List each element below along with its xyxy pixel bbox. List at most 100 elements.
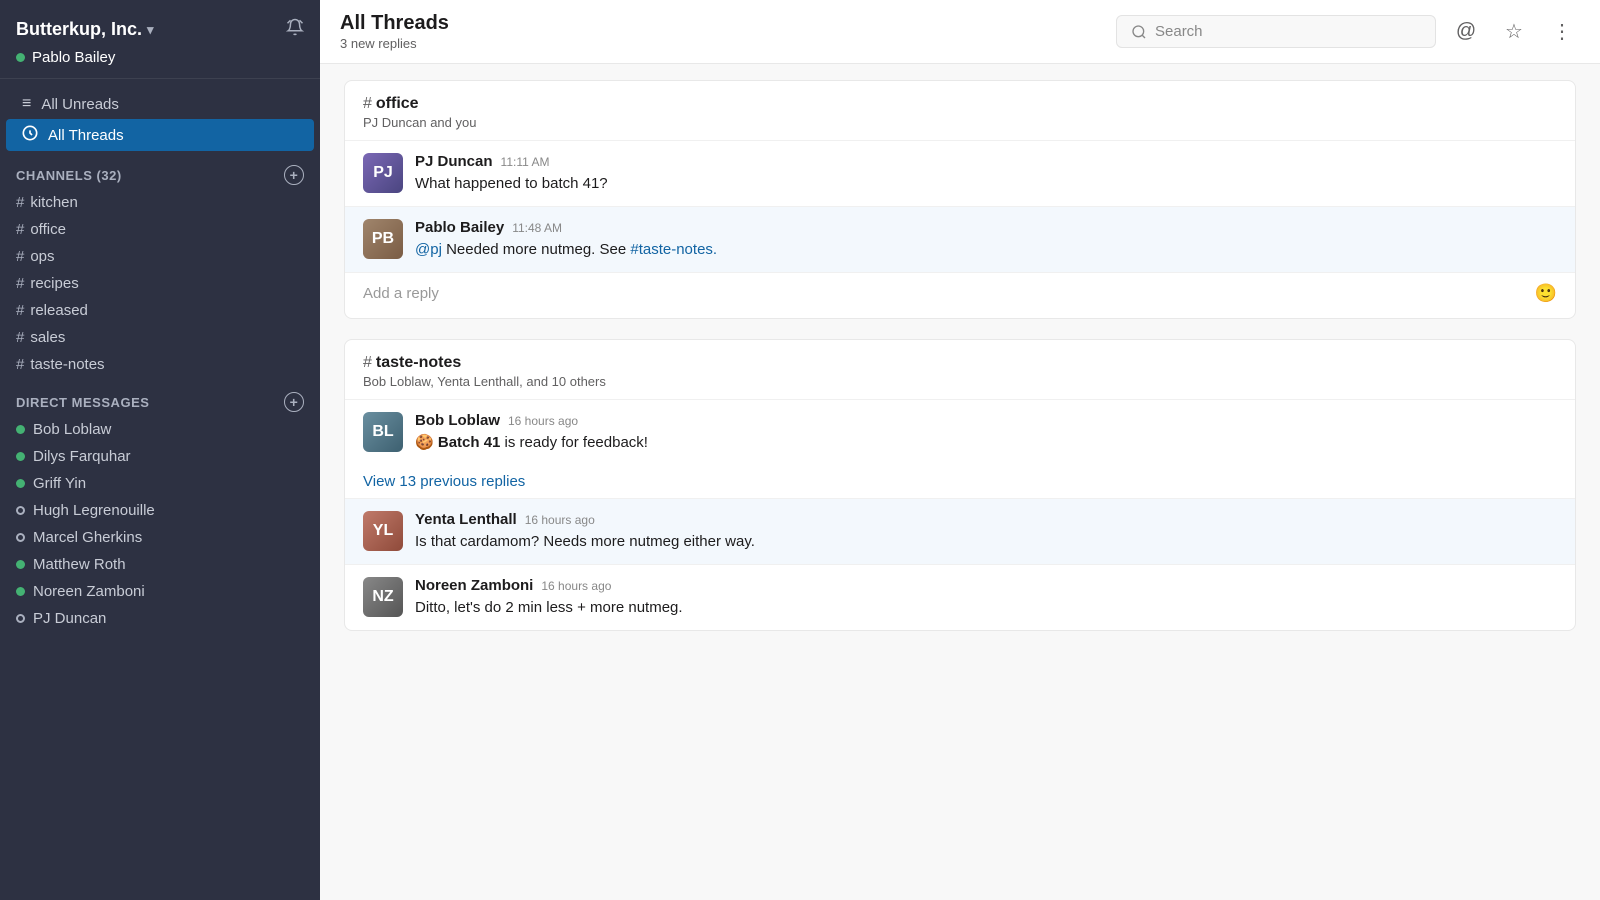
dm-item-pj-duncan[interactable]: PJ Duncan (0, 605, 320, 632)
at-mention-button[interactable]: @ (1448, 14, 1484, 50)
star-button[interactable]: ☆ (1496, 14, 1532, 50)
message-author: Yenta Lenthall (415, 511, 517, 528)
message-header: Bob Loblaw 16 hours ago (415, 412, 1557, 429)
add-channel-button[interactable]: + (284, 165, 304, 185)
status-dot-online (16, 452, 25, 461)
message-time: 16 hours ago (508, 414, 578, 428)
threads-content: # office PJ Duncan and you PJ PJ Duncan … (320, 64, 1600, 900)
sidebar-channel-taste-notes[interactable]: # taste-notes (0, 351, 320, 378)
thread-group-header-office: # office PJ Duncan and you (345, 81, 1575, 141)
message-author: PJ Duncan (415, 153, 493, 170)
message-row-pablo-bailey: PB Pablo Bailey 11:48 AM @pj Needed more… (345, 207, 1575, 272)
channel-name: office (376, 95, 419, 113)
sidebar-channel-released[interactable]: # released (0, 297, 320, 324)
message-header: PJ Duncan 11:11 AM (415, 153, 1557, 170)
at-icon: @ (1456, 20, 1476, 43)
dm-item-marcel-gherkins[interactable]: Marcel Gherkins (0, 524, 320, 551)
hash-icon: # (16, 221, 24, 238)
message-text: Ditto, let's do 2 min less + more nutmeg… (415, 597, 1557, 618)
message-row-pj-duncan: PJ PJ Duncan 11:11 AM What happened to b… (345, 141, 1575, 206)
status-dot-offline (16, 614, 25, 623)
message-time: 16 hours ago (525, 513, 595, 527)
mention-pj[interactable]: @pj (415, 241, 442, 258)
hash-icon: # (16, 248, 24, 265)
status-dot-online (16, 479, 25, 488)
avatar-pj-duncan: PJ (363, 153, 403, 193)
more-options-button[interactable]: ⋮ (1544, 14, 1580, 50)
search-placeholder: Search (1155, 23, 1203, 40)
all-unreads-icon: ≡ (22, 95, 31, 113)
all-unreads-label: All Unreads (41, 96, 119, 113)
search-box[interactable]: Search (1116, 15, 1436, 48)
channel-name-sales: sales (30, 329, 65, 346)
notifications-bell-icon[interactable] (286, 18, 304, 41)
channel-name-released: released (30, 302, 88, 319)
dm-item-dilys-farquhar[interactable]: Dilys Farquhar (0, 443, 320, 470)
message-content-bob-loblaw: Bob Loblaw 16 hours ago 🍪 Batch 41 is re… (415, 412, 1557, 453)
message-header: Pablo Bailey 11:48 AM (415, 219, 1557, 236)
sidebar-item-all-threads[interactable]: All Threads (6, 119, 314, 151)
message-time: 11:11 AM (501, 155, 550, 169)
add-dm-button[interactable]: + (284, 392, 304, 412)
message-time: 16 hours ago (541, 579, 611, 593)
sidebar-channel-sales[interactable]: # sales (0, 324, 320, 351)
message-content-pablo-bailey: Pablo Bailey 11:48 AM @pj Needed more nu… (415, 219, 1557, 260)
reply-input-row-office: Add a reply 🙂 (345, 272, 1575, 318)
message-content-noreen-zamboni: Noreen Zamboni 16 hours ago Ditto, let's… (415, 577, 1557, 618)
dm-name-hugh-legrenouille: Hugh Legrenouille (33, 502, 155, 519)
all-threads-label: All Threads (48, 127, 124, 144)
message-header: Noreen Zamboni 16 hours ago (415, 577, 1557, 594)
message-row-bob-loblaw: BL Bob Loblaw 16 hours ago 🍪 Batch 41 is… (345, 400, 1575, 465)
message-text: What happened to batch 41? (415, 173, 1557, 194)
sidebar-channel-office[interactable]: # office (0, 216, 320, 243)
taste-notes-link[interactable]: #taste-notes. (630, 241, 717, 258)
user-status-dot (16, 53, 25, 62)
reply-placeholder[interactable]: Add a reply (363, 285, 439, 302)
status-dot-online (16, 425, 25, 434)
hash-icon: # (16, 302, 24, 319)
search-icon (1131, 24, 1147, 40)
sidebar-item-all-unreads[interactable]: ≡ All Unreads (6, 89, 314, 119)
dm-label: DIRECT MESSAGES (16, 395, 149, 410)
message-author: Pablo Bailey (415, 219, 504, 236)
top-bar: All Threads 3 new replies Search @ ☆ ⋮ (320, 0, 1600, 64)
dm-item-griff-yin[interactable]: Griff Yin (0, 470, 320, 497)
sidebar-channel-kitchen[interactable]: # kitchen (0, 189, 320, 216)
hash-icon: # (363, 354, 372, 372)
top-bar-actions: Search @ ☆ ⋮ (1116, 14, 1580, 50)
hash-icon: # (16, 329, 24, 346)
channel-name-recipes: recipes (30, 275, 78, 292)
all-threads-icon (22, 125, 38, 145)
message-time: 11:48 AM (512, 221, 562, 235)
dm-item-bob-loblaw[interactable]: Bob Loblaw (0, 416, 320, 443)
message-header: Yenta Lenthall 16 hours ago (415, 511, 1557, 528)
message-author: Bob Loblaw (415, 412, 500, 429)
page-title: All Threads (340, 12, 449, 35)
view-previous-replies-link[interactable]: View 13 previous replies (345, 467, 543, 496)
sidebar-channel-recipes[interactable]: # recipes (0, 270, 320, 297)
dm-name-bob-loblaw: Bob Loblaw (33, 421, 111, 438)
dm-item-matthew-roth[interactable]: Matthew Roth (0, 551, 320, 578)
status-dot-offline (16, 506, 25, 515)
status-dot-offline (16, 533, 25, 542)
workspace-name[interactable]: Butterkup, Inc. ▾ (16, 19, 154, 40)
page-header: All Threads 3 new replies (340, 12, 449, 51)
thread-group-office: # office PJ Duncan and you PJ PJ Duncan … (344, 80, 1576, 319)
message-content-pj-duncan: PJ Duncan 11:11 AM What happened to batc… (415, 153, 1557, 194)
hash-icon: # (16, 356, 24, 373)
dm-item-hugh-legrenouille[interactable]: Hugh Legrenouille (0, 497, 320, 524)
avatar-bob-loblaw: BL (363, 412, 403, 452)
dm-name-griff-yin: Griff Yin (33, 475, 86, 492)
cookie-emoji: 🍪 (415, 434, 438, 451)
thread-channel-office[interactable]: # office (363, 95, 1557, 113)
sidebar-channel-ops[interactable]: # ops (0, 243, 320, 270)
thread-channel-taste-notes[interactable]: # taste-notes (363, 354, 1557, 372)
view-replies-row: View 13 previous replies (345, 465, 1575, 498)
channel-name-office: office (30, 221, 66, 238)
hash-icon: # (363, 95, 372, 113)
message-content-yenta-lenthall: Yenta Lenthall 16 hours ago Is that card… (415, 511, 1557, 552)
emoji-button[interactable]: 🙂 (1535, 283, 1557, 304)
thread-participants-office: PJ Duncan and you (363, 115, 1557, 130)
hash-icon: # (16, 194, 24, 211)
dm-item-noreen-zamboni[interactable]: Noreen Zamboni (0, 578, 320, 605)
